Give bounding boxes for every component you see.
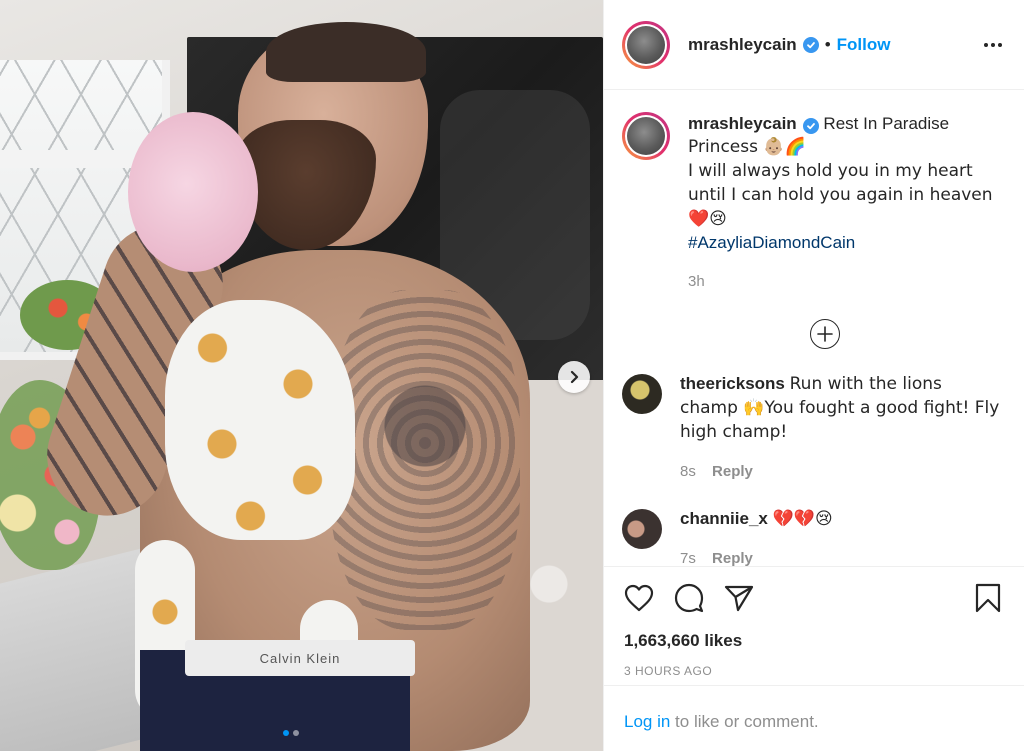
- carousel-indicator: [283, 730, 299, 736]
- post-actions: 1,663,660 likes 3 HOURS AGO: [604, 566, 1024, 685]
- verified-badge-icon: [802, 118, 819, 134]
- heart-icon[interactable]: [624, 581, 658, 615]
- post-details-panel: mrashleycain • Follow mrashleycain Rest …: [603, 0, 1024, 751]
- post-timestamp: 3 HOURS AGO: [624, 664, 713, 678]
- caption-username[interactable]: mrashleycain: [688, 114, 797, 133]
- caption-author-avatar[interactable]: [622, 112, 670, 160]
- follow-button[interactable]: Follow: [837, 35, 891, 55]
- comment-time: 7s: [680, 550, 696, 566]
- bookmark-icon[interactable]: [975, 581, 1009, 615]
- baby-lion-onesie: [165, 300, 355, 540]
- next-photo-button[interactable]: [558, 361, 590, 393]
- send-icon[interactable]: [724, 581, 758, 615]
- login-link[interactable]: Log in: [624, 712, 670, 731]
- comment-item: theericksons Run with the lions champ 🙌Y…: [622, 372, 1008, 483]
- reply-button[interactable]: Reply: [712, 550, 753, 566]
- comment-icon[interactable]: [674, 581, 708, 615]
- caption-hashtag[interactable]: #AzayliaDiamondCain: [688, 233, 855, 252]
- author-username[interactable]: mrashleycain: [688, 35, 797, 55]
- author-avatar-image: [627, 25, 665, 64]
- commenter-avatar[interactable]: [622, 509, 662, 549]
- like-count[interactable]: 1,663,660 likes: [624, 631, 1009, 651]
- man-hair: [266, 22, 426, 82]
- caption-timestamp: 3h: [688, 273, 705, 290]
- commenter-avatar[interactable]: [622, 374, 662, 414]
- comment-item: channiie_x 💔💔😢 7s Reply: [622, 507, 1008, 566]
- caption-text: mrashleycain Rest In Paradise Princess 👶…: [688, 112, 1008, 292]
- post-caption: mrashleycain Rest In Paradise Princess 👶…: [622, 112, 1008, 292]
- reply-button[interactable]: Reply: [712, 463, 753, 480]
- post-header: mrashleycain • Follow: [604, 0, 1024, 90]
- commenter-username[interactable]: theericksons: [680, 374, 785, 393]
- author-avatar[interactable]: [622, 20, 670, 69]
- comment-text: 💔💔😢: [772, 509, 833, 529]
- caption-line-1: Rest In Paradise: [823, 114, 950, 133]
- comment-meta: 8s Reply: [680, 460, 1005, 483]
- comments-section[interactable]: mrashleycain Rest In Paradise Princess 👶…: [604, 90, 1024, 566]
- baby-pink-hat: [128, 112, 258, 272]
- caption-line-2: Princess 👶🏼🌈: [688, 137, 806, 157]
- login-prompt: Log in to like or comment.: [604, 685, 1024, 751]
- verified-badge-icon: [802, 36, 819, 53]
- waistband-text: Calvin Klein: [185, 640, 415, 676]
- caption-line-3: I will always hold you in my heart until…: [688, 161, 993, 229]
- carousel-dot: [293, 730, 299, 736]
- chevron-right-icon: [570, 370, 579, 384]
- more-options-icon[interactable]: [978, 37, 1008, 53]
- post-photo[interactable]: Calvin Klein: [0, 0, 603, 751]
- add-comment-icon[interactable]: [810, 319, 840, 349]
- caption-author-avatar-image: [627, 117, 665, 155]
- comment-meta: 7s Reply: [680, 547, 1005, 566]
- login-prompt-text: to like or comment.: [670, 712, 819, 731]
- separator-bullet: •: [824, 34, 831, 54]
- carousel-dot-active: [283, 730, 289, 736]
- commenter-username[interactable]: channiie_x: [680, 509, 768, 528]
- comment-time: 8s: [680, 463, 696, 480]
- arm-tattoo: [330, 290, 520, 630]
